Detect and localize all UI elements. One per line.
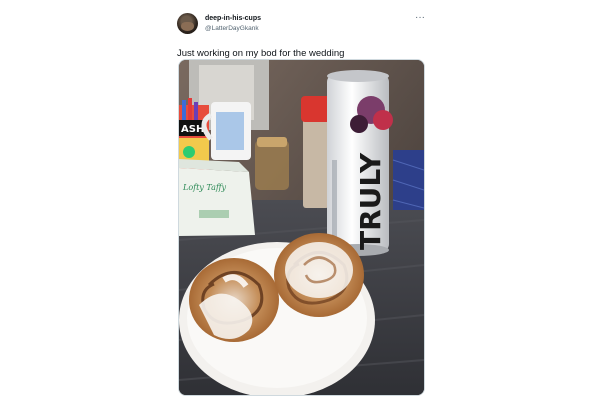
display-name[interactable]: deep-in-his-cups [205,15,261,22]
tweet-header: deep-in-his-cups @LatterDayGkank ··· [177,13,432,41]
user-handle[interactable]: @LatterDayGkank [205,25,259,32]
tweet-card[interactable]: deep-in-his-cups @LatterDayGkank ··· Jus… [168,8,432,396]
more-horizontal-icon[interactable]: ··· [415,13,425,23]
can-brand-text: TRULY [354,152,387,250]
mug-text: ASH [181,124,204,135]
tweet-text: Just working on my bod for the wedding [177,48,345,59]
box-label: Lofty Taffy [182,183,227,192]
avatar[interactable] [177,13,198,34]
tweet-photo[interactable]: ASH TRULY Lofty Taffy [178,59,425,396]
photo-illustration: ASH TRULY Lofty Taffy [179,60,424,395]
